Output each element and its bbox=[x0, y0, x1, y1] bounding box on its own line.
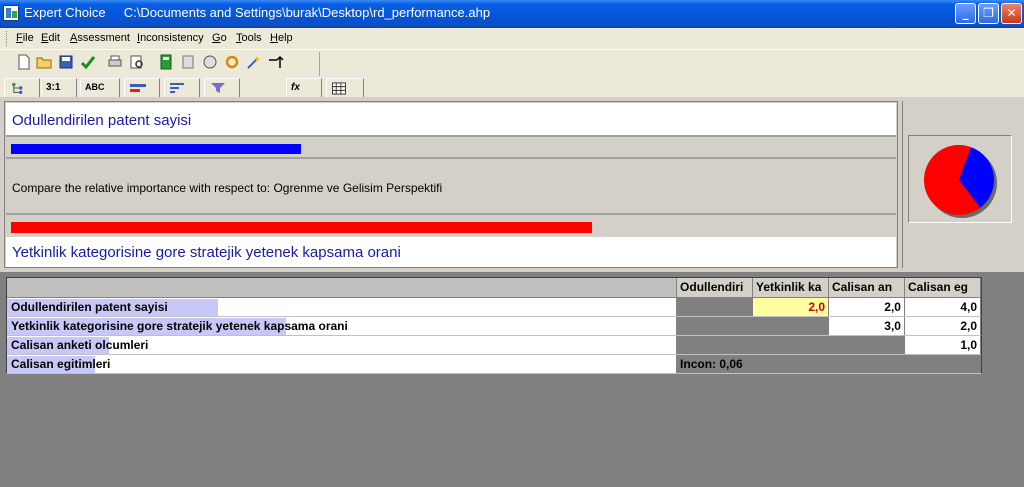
bar-a-handle[interactable] bbox=[11, 144, 301, 154]
menu-edit[interactable]: Edit bbox=[41, 32, 60, 44]
menu-inconsistency[interactable]: Inconsistency bbox=[137, 32, 204, 44]
comparison-item-a[interactable]: Odullendirilen patent sayisi bbox=[6, 103, 896, 137]
graphical-icon bbox=[130, 84, 146, 92]
tab-filter[interactable] bbox=[204, 78, 240, 97]
menu-file[interactable]: File bbox=[16, 32, 34, 44]
matrix-cell[interactable]: 3,0 bbox=[828, 316, 905, 336]
matrix-cell-diagonal bbox=[752, 316, 829, 336]
comparison-item-b[interactable]: Yetkinlik kategorisine gore stratejik ye… bbox=[6, 237, 896, 267]
open-folder-icon[interactable] bbox=[36, 54, 52, 70]
pie-panel bbox=[902, 101, 1020, 268]
sheet-icon[interactable] bbox=[180, 54, 196, 70]
mode-tab-row: 3:1 ABC fx bbox=[0, 76, 1024, 97]
print-icon[interactable] bbox=[107, 54, 123, 70]
question-label: Compare the relative importance with res… bbox=[12, 181, 443, 195]
matrix-corner bbox=[7, 278, 678, 298]
close-button[interactable]: ✕ bbox=[1001, 3, 1022, 24]
matrix-column-header[interactable]: Calisan eg bbox=[904, 278, 982, 298]
check-icon[interactable] bbox=[80, 54, 96, 70]
menu-go[interactable]: Go bbox=[212, 32, 227, 44]
matrix-row: Calisan egitimleri Incon: 0,06 bbox=[7, 354, 982, 374]
matrix-column-header[interactable]: Odullendiri bbox=[676, 278, 754, 298]
print-preview-icon[interactable] bbox=[129, 54, 145, 70]
matrix-cell-diagonal bbox=[904, 354, 982, 374]
matrix-row: Odullendirilen patent sayisi 2,0 2,0 4,0 bbox=[7, 297, 982, 317]
magic-wand-icon[interactable] bbox=[246, 54, 262, 70]
filter-icon bbox=[211, 83, 225, 93]
priority-pie-chart bbox=[924, 145, 997, 218]
title-bar[interactable]: Expert Choice C:\Documents and Settings\… bbox=[0, 0, 1024, 28]
expert-choice-window: Expert Choice C:\Documents and Settings\… bbox=[0, 0, 1024, 487]
bar-b-handle[interactable] bbox=[11, 222, 592, 233]
tab-formula[interactable]: fx bbox=[286, 78, 322, 97]
matrix-cell[interactable]: 1,0 bbox=[904, 335, 982, 355]
tab-verbal[interactable]: ABC bbox=[80, 78, 120, 97]
matrix-cell-lower bbox=[676, 316, 754, 336]
item-a-label: Odullendirilen patent sayisi bbox=[12, 112, 192, 129]
comparison-matrix: Odullendiri Yetkinlik ka Calisan an Cali… bbox=[6, 277, 982, 374]
matrix-row-label[interactable]: Calisan egitimleri bbox=[7, 354, 678, 374]
new-icon[interactable] bbox=[16, 54, 32, 70]
arrow-up-icon[interactable] bbox=[268, 54, 284, 70]
menu-assessment[interactable]: Assessment bbox=[70, 32, 130, 44]
bars-icon bbox=[170, 83, 184, 93]
comparison-workspace: Odullendirilen patent sayisi Compare the… bbox=[4, 101, 898, 268]
matrix-cell-selected[interactable]: 2,0 bbox=[752, 297, 829, 317]
matrix-cell[interactable]: 2,0 bbox=[828, 297, 905, 317]
menu-grip bbox=[6, 31, 9, 46]
refresh-icon[interactable] bbox=[224, 54, 240, 70]
menu-help[interactable]: Help bbox=[270, 32, 293, 44]
tab-grid[interactable] bbox=[326, 78, 364, 97]
matrix-row-label[interactable]: Odullendirilen patent sayisi bbox=[7, 297, 678, 317]
matrix-cell-lower bbox=[752, 354, 829, 374]
matrix-cell-lower bbox=[752, 335, 829, 355]
app-icon[interactable] bbox=[3, 5, 19, 21]
matrix-header-row: Odullendiri Yetkinlik ka Calisan an Cali… bbox=[7, 278, 982, 298]
tab-bars[interactable] bbox=[164, 78, 200, 97]
matrix-table: Odullendiri Yetkinlik ka Calisan an Cali… bbox=[7, 278, 982, 374]
pie-frame bbox=[908, 135, 1012, 223]
maximize-button[interactable]: ❐ bbox=[978, 3, 999, 24]
pairwise-comparison-panel: Odullendirilen patent sayisi Compare the… bbox=[0, 97, 1024, 272]
item-b-label: Yetkinlik kategorisine gore stratejik ye… bbox=[12, 244, 401, 261]
matrix-row: Yetkinlik kategorisine gore stratejik ye… bbox=[7, 316, 982, 336]
bar-b-track[interactable] bbox=[6, 217, 896, 237]
bar-a-track[interactable] bbox=[6, 139, 896, 159]
matrix-cell-lower bbox=[676, 335, 754, 355]
matrix-cell-lower bbox=[828, 354, 905, 374]
grid-icon bbox=[332, 82, 346, 95]
matrix-row: Calisan anketi olcumleri 1,0 bbox=[7, 335, 982, 355]
toolbar bbox=[0, 49, 1024, 76]
matrix-cell-diagonal bbox=[676, 297, 754, 317]
matrix-row-label[interactable]: Yetkinlik kategorisine gore stratejik ye… bbox=[7, 316, 678, 336]
tab-numerical[interactable]: 3:1 bbox=[41, 78, 77, 97]
menu-bar: File Edit Assessment Inconsistency Go To… bbox=[0, 28, 1024, 49]
window-title: Expert Choice C:\Documents and Settings\… bbox=[24, 5, 491, 20]
matrix-cell[interactable]: 2,0 bbox=[904, 316, 982, 336]
matrix-column-header[interactable]: Yetkinlik ka bbox=[752, 278, 829, 298]
minimize-button[interactable]: _ bbox=[955, 3, 976, 24]
matrix-row-label[interactable]: Calisan anketi olcumleri bbox=[7, 335, 678, 355]
comparison-question: Compare the relative importance with res… bbox=[6, 161, 896, 215]
tab-tree-view[interactable] bbox=[4, 78, 40, 97]
tab-graphical[interactable] bbox=[124, 78, 160, 97]
matrix-cell-diagonal bbox=[828, 335, 905, 355]
calculator-icon[interactable] bbox=[158, 54, 174, 70]
menu-tools[interactable]: Tools bbox=[236, 32, 262, 44]
matrix-cell[interactable]: 4,0 bbox=[904, 297, 982, 317]
save-icon[interactable] bbox=[58, 54, 74, 70]
inconsistency-ratio: Incon: 0,06 bbox=[676, 354, 754, 374]
tree-icon[interactable] bbox=[202, 54, 218, 70]
matrix-column-header[interactable]: Calisan an bbox=[828, 278, 905, 298]
tree-view-icon bbox=[12, 82, 23, 94]
